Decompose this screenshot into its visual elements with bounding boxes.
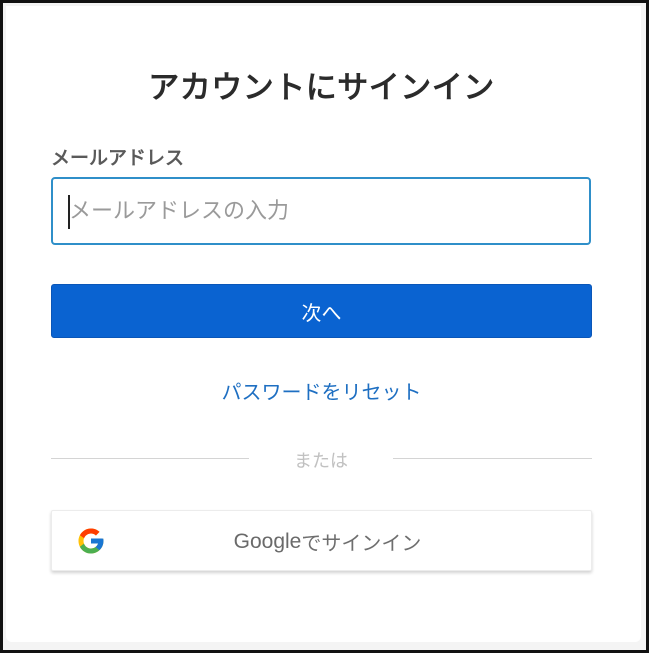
- google-signin-button[interactable]: Google でサインイン: [51, 510, 592, 571]
- divider-or-text: または: [294, 451, 348, 472]
- divider-line-left: [51, 458, 249, 459]
- next-button[interactable]: 次へ: [51, 284, 592, 338]
- reset-password-link[interactable]: パスワードをリセット: [0, 376, 643, 405]
- google-signin-suffix: でサインイン: [301, 531, 422, 555]
- text-caret: [68, 195, 70, 229]
- google-brand-text: Google: [233, 529, 302, 553]
- divider-line-right: [393, 458, 592, 459]
- email-input[interactable]: [51, 177, 591, 245]
- page-title: アカウントにサインイン: [148, 70, 495, 106]
- google-signin-label: Google でサインイン: [52, 511, 593, 572]
- email-label: メールアドレス: [51, 147, 185, 169]
